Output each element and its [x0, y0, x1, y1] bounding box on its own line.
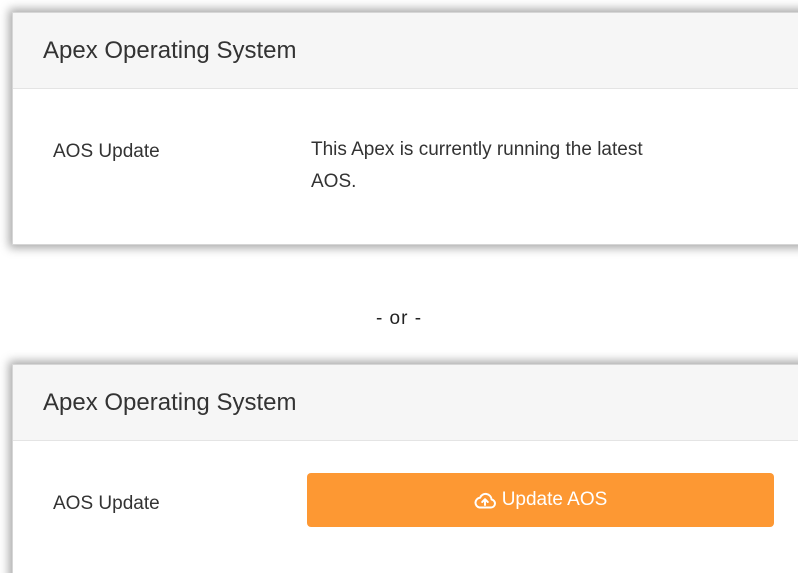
panel-title: Apex Operating System [43, 388, 297, 416]
panel-header: Apex Operating System [13, 13, 798, 89]
aos-update-label: AOS Update [53, 493, 160, 514]
or-separator: - or - [375, 308, 423, 329]
cloud-upload-icon [474, 491, 496, 509]
panel-header: Apex Operating System [13, 365, 798, 441]
aos-status-line-2: AOS. [311, 171, 357, 192]
aos-update-label: AOS Update [53, 141, 160, 162]
update-aos-button[interactable]: Update AOS [307, 473, 774, 527]
panel-title: Apex Operating System [43, 36, 297, 64]
aos-panel-up-to-date: Apex Operating System AOS Update This Ap… [12, 12, 798, 245]
aos-status-text: This Apex is currently running the lates… [311, 134, 771, 198]
update-aos-button-label: Update AOS [501, 489, 608, 510]
screenshot-stage: Apex Operating System AOS Update This Ap… [0, 0, 798, 573]
aos-panel-update-available: Apex Operating System AOS Update Update … [12, 364, 798, 573]
aos-status-line-1: This Apex is currently running the lates… [311, 139, 643, 160]
stage-clip: Apex Operating System AOS Update This Ap… [0, 0, 798, 573]
